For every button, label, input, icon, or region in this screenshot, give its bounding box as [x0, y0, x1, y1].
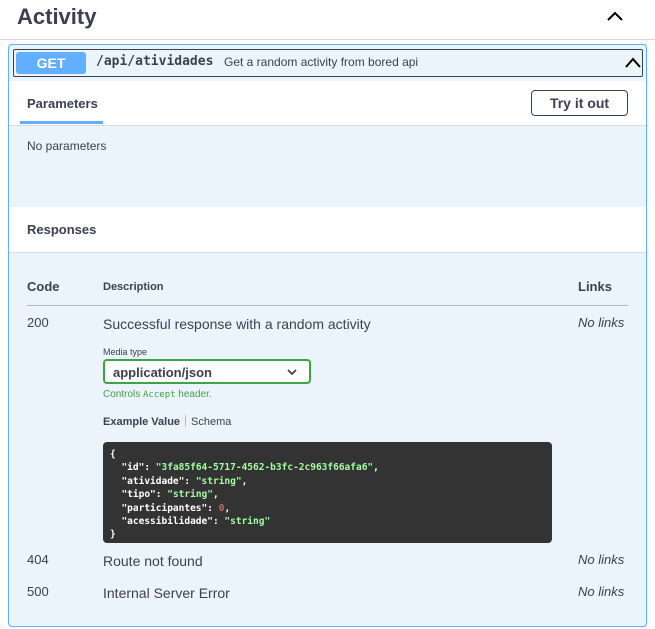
media-type-label: Media type: [103, 347, 148, 357]
response-description: Internal Server Error: [103, 585, 230, 601]
method-badge: GET: [16, 52, 86, 74]
try-it-out-button[interactable]: Try it out: [531, 90, 628, 116]
operation-description: Get a random activity from bored api: [224, 55, 419, 69]
operation-summary[interactable]: GET /api/atividades Get a random activit…: [13, 49, 643, 77]
header-divider: [27, 305, 628, 306]
operation-path: /api/atividades: [96, 54, 214, 69]
tab-parameters[interactable]: Parameters: [27, 96, 98, 111]
response-links: No links: [578, 315, 625, 330]
parameters-header: Parameters Try it out: [9, 81, 646, 126]
response-links: No links: [578, 552, 625, 567]
column-header-code: Code: [27, 279, 60, 294]
tag-header[interactable]: Activity: [0, 0, 655, 40]
tab-schema[interactable]: Schema: [191, 416, 231, 428]
chevron-up-icon[interactable]: [623, 53, 643, 73]
column-header-description: Description: [103, 281, 164, 293]
controls-accept-note: Controls Accept header.: [103, 389, 212, 400]
chevron-down-icon: [287, 369, 297, 376]
no-parameters-text: No parameters: [27, 139, 107, 153]
tag-title: Activity: [17, 4, 97, 29]
response-description: Successful response with a random activi…: [103, 316, 371, 332]
chevron-up-icon[interactable]: [602, 6, 628, 26]
example-tabs: Example Value Schema: [103, 415, 231, 428]
tab-separator: [185, 415, 187, 427]
example-json-block: { "id": "3fa85f64-5717-4562-b3fc-2c963f6…: [103, 442, 552, 543]
tab-example-value[interactable]: Example Value: [103, 416, 180, 428]
media-type-value: application/json: [113, 365, 212, 380]
response-code: 200: [27, 315, 49, 330]
response-description: Route not found: [103, 553, 203, 569]
response-code: 500: [27, 584, 49, 599]
responses-title: Responses: [27, 222, 97, 237]
media-type-select[interactable]: application/json: [103, 359, 311, 384]
operation-block: GET /api/atividades Get a random activit…: [8, 44, 647, 627]
response-code: 404: [27, 552, 49, 567]
active-tab-indicator: [20, 121, 103, 124]
column-header-links: Links: [578, 279, 612, 294]
responses-header: Responses: [9, 207, 646, 253]
response-links: No links: [578, 584, 625, 599]
